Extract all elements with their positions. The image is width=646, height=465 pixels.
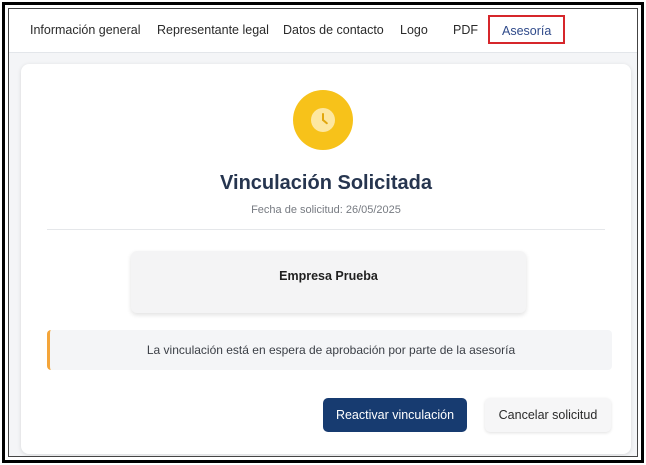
tab-representante-legal[interactable]: Representante legal bbox=[157, 9, 269, 52]
tab-pdf[interactable]: PDF bbox=[453, 9, 478, 52]
tab-datos-de-contacto[interactable]: Datos de contacto bbox=[283, 9, 384, 52]
clock-icon bbox=[293, 90, 353, 150]
clock-face bbox=[311, 108, 335, 132]
tab-logo[interactable]: Logo bbox=[400, 9, 428, 52]
divider bbox=[47, 229, 605, 230]
status-card: Vinculación Solicitada Fecha de solicitu… bbox=[21, 64, 631, 454]
reactivate-button[interactable]: Reactivar vinculación bbox=[323, 398, 467, 432]
tab-informacion-general[interactable]: Información general bbox=[30, 9, 140, 52]
request-date: Fecha de solicitud: 26/05/2025 bbox=[251, 204, 401, 216]
company-card: Empresa Prueba bbox=[131, 251, 526, 313]
tab-asesoria[interactable]: Asesoría bbox=[488, 15, 566, 44]
content-area: Información general Representante legal … bbox=[8, 8, 638, 457]
page-title: Vinculación Solicitada bbox=[220, 172, 432, 194]
cancel-request-button[interactable]: Cancelar solicitud bbox=[485, 398, 611, 432]
pending-alert: La vinculación está en espera de aprobac… bbox=[47, 330, 612, 370]
alert-message: La vinculación está en espera de aprobac… bbox=[146, 343, 516, 357]
company-name: Empresa Prueba bbox=[279, 269, 378, 283]
window-frame: Información general Representante legal … bbox=[2, 2, 644, 463]
tab-bar: Información general Representante legal … bbox=[9, 9, 637, 53]
clock-hand bbox=[321, 118, 329, 125]
